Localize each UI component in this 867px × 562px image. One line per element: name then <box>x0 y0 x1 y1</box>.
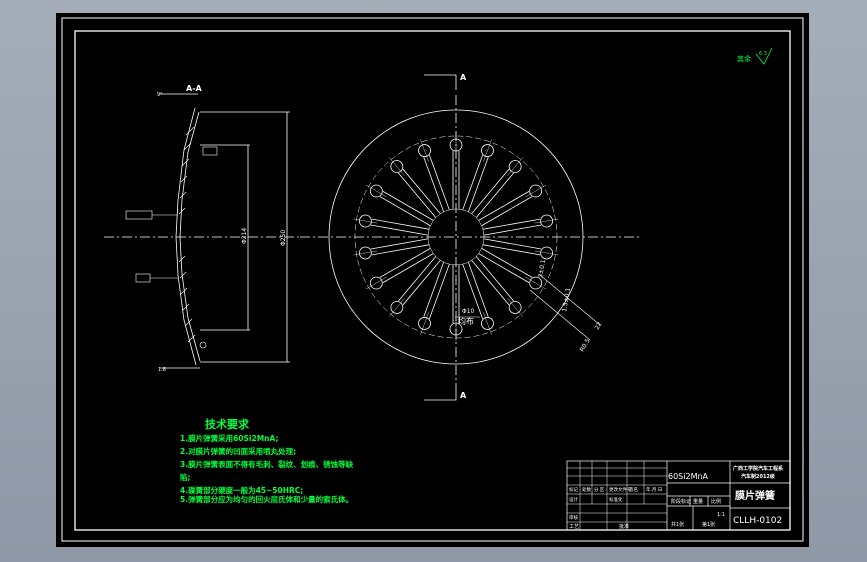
cut-label-top: A <box>460 73 467 82</box>
tech-line: 4.碟簧部分硬度一般为45~50HRC; <box>180 485 303 495</box>
weight-label: 重量 <box>693 498 703 505</box>
title-block-label: 年.月.日 <box>646 486 662 493</box>
title-block-label: 签名 <box>629 486 638 493</box>
tech-line: 陷; <box>180 472 191 482</box>
title-block-label: 标记 <box>569 486 578 493</box>
tech-line: 1.膜片弹簧采用60Si2MnA; <box>180 433 278 443</box>
cut-label-bottom: A <box>460 391 467 400</box>
sheet-number: 第1张 <box>702 521 715 528</box>
material: 60Si2MnA <box>668 472 709 481</box>
drawing-sheet: A-A 9° 1.8 Φ214 Φ250 A A Φ10 均布 3±0.1 1.… <box>56 13 809 547</box>
title-block-label: 分 区 <box>594 486 605 493</box>
drawing-number: CLLH-0102 <box>733 516 782 526</box>
school-line2: 汽车制2012级 <box>741 473 775 480</box>
slot-note: 均布 <box>458 316 474 326</box>
sheet-total: 共1张 <box>671 521 684 528</box>
part-name: 膜片弹簧 <box>735 489 775 502</box>
school-line1: 广西工学院汽车工程系 <box>733 465 783 472</box>
dim-angle: 9° <box>157 92 163 98</box>
tech-line: 3.膜片弹簧表面不得有毛刺、裂纹、划痕、锈蚀等缺 <box>180 459 354 469</box>
stage-label: 阶段标记 <box>671 498 691 505</box>
scale-label: 比例 <box>711 498 721 505</box>
title-block-label: 批准 <box>619 523 629 530</box>
title-block-label: 工艺 <box>569 524 579 530</box>
section-label: A-A <box>186 84 203 93</box>
title-block-label: 标准化 <box>609 496 623 503</box>
roughness-note: 其余 <box>737 54 751 63</box>
scale-value: 1:1 <box>717 512 725 518</box>
dim-hole: Φ10 <box>462 308 475 315</box>
dim-outer-dia: Φ250 <box>280 230 287 246</box>
title-block-label: 设计 <box>569 496 578 503</box>
tech-line: 2.对膜片弹簧的凹面采用喷丸处理; <box>180 446 296 456</box>
title-block-label: 审核 <box>569 514 578 521</box>
dim-inner-dia: Φ214 <box>241 228 248 244</box>
tech-title: 技术要求 <box>205 417 250 431</box>
tech-line: 5.弹簧部分应为均匀的回火屈氏体和少量的索氏体。 <box>180 494 353 504</box>
roughness-value: 6.3 <box>759 51 767 57</box>
sheet-background <box>56 13 809 547</box>
title-block-label: 处数 <box>582 486 591 493</box>
dim-thick: 1.8 <box>158 367 166 373</box>
